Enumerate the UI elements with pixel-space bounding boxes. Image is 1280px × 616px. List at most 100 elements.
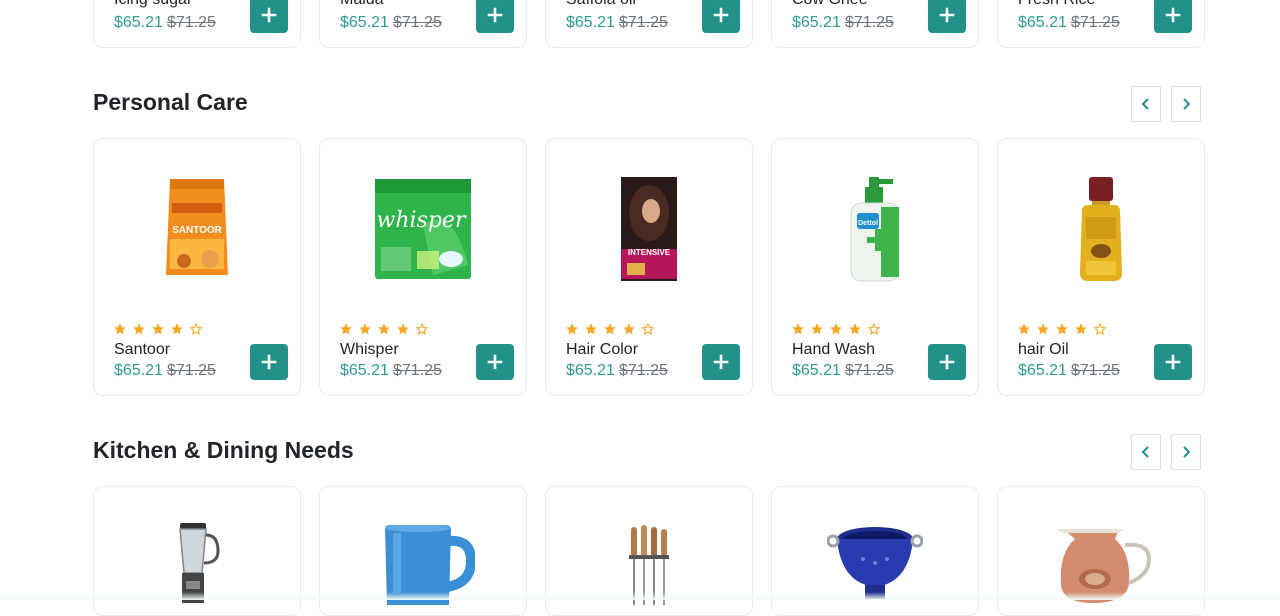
plus-icon [487,7,503,23]
current-price: $65.21 [566,14,615,31]
star-outline-icon [415,322,429,336]
plus-icon [939,354,955,370]
add-to-cart-button[interactable] [702,0,740,33]
bottom-shadow [0,592,1280,600]
star-filled-icon [830,323,842,335]
product-name: Icing sugar [114,0,192,9]
star-filled-icon [1056,323,1068,335]
next-button[interactable] [1171,434,1201,470]
prev-button[interactable] [1131,434,1161,470]
old-price: $71.25 [618,14,668,31]
product-price: $65.21 $71.25 [1018,14,1120,32]
product-card[interactable]: SANTOOR Santoor $65.21 $71.25 [93,138,301,396]
product-price: $65.21 $71.25 [792,14,894,32]
current-price: $65.21 [340,14,389,31]
plus-icon [713,7,729,23]
product-card[interactable]: INTENSIVE Hair Color $65.21 $71.25 [545,138,753,396]
product-price: $65.21 $71.25 [792,362,894,380]
product-price: $65.21 $71.25 [566,362,668,380]
current-price: $65.21 [1018,362,1067,379]
add-to-cart-button[interactable] [476,344,514,380]
product-name: Hand Wash [792,341,875,358]
plus-icon [487,354,503,370]
product-card[interactable]: Saffola oil $65.21$71.25 [545,0,753,48]
current-price: $65.21 [114,362,163,379]
star-filled-icon [849,323,861,335]
star-filled-icon [114,323,126,335]
product-card[interactable]: hair Oil $65.21 $71.25 [997,138,1205,396]
product-name: Whisper [340,341,399,358]
add-to-cart-button[interactable] [476,0,514,33]
star-outline-icon [1093,322,1107,336]
old-price: $71.25 [618,362,668,379]
plus-icon [1165,7,1181,23]
product-name: Saffola oil [566,0,636,9]
rating-stars [565,322,655,336]
brand-text: whisper [377,208,467,233]
product-name: hair Oil [1018,341,1069,358]
brand-text: INTENSIVE [628,248,671,257]
soap-pack-icon: SANTOOR [166,179,228,275]
chevron-right-icon [1183,446,1191,458]
current-price: $65.21 [792,362,841,379]
add-to-cart-button[interactable] [250,344,288,380]
product-name: Santoor [114,341,171,358]
chevron-left-icon [1141,446,1149,458]
star-filled-icon [604,323,616,335]
current-price: $65.21 [114,14,163,31]
prev-button[interactable] [1131,86,1161,122]
product-card[interactable]: whisper Whisper $65.21 $71.25 [319,138,527,396]
old-price: $71.25 [844,14,894,31]
copper-jug-icon [1057,529,1152,603]
star-filled-icon [171,323,183,335]
star-filled-icon [133,323,145,335]
current-price: $65.21 [340,362,389,379]
star-filled-icon [1075,323,1087,335]
plus-icon [939,7,955,23]
add-to-cart-button[interactable] [928,344,966,380]
product-name: Cow Ghee [792,0,868,9]
star-filled-icon [585,323,597,335]
add-to-cart-button[interactable] [1154,344,1192,380]
plus-icon [261,7,277,23]
hair-color-box-icon: INTENSIVE [621,177,677,281]
star-filled-icon [152,323,164,335]
star-outline-icon [867,322,881,336]
add-to-cart-button[interactable] [250,0,288,33]
rating-stars [1017,322,1107,336]
star-filled-icon [811,323,823,335]
star-filled-icon [792,323,804,335]
product-price: $65.21 $71.25 [114,362,216,380]
old-price: $71.25 [844,362,894,379]
star-filled-icon [359,323,371,335]
product-price: $65.21 $71.25 [566,14,668,32]
colander-icon [827,527,923,599]
oil-bottle-icon [1080,177,1122,281]
pad-box-icon: whisper [375,179,471,279]
product-name: Hair Color [566,341,639,358]
star-filled-icon [340,323,352,335]
current-price: $65.21 [792,14,841,31]
product-card[interactable]: Maida $65.21$71.25 [319,0,527,48]
product-card[interactable]: Dettol Hand Wash $65.21 $71.25 [771,138,979,396]
star-filled-icon [1037,323,1049,335]
add-to-cart-button[interactable] [1154,0,1192,33]
old-price: $71.25 [1070,362,1120,379]
product-price: $65.21 $71.25 [340,362,442,380]
plus-icon [713,354,729,370]
rating-stars [113,322,203,336]
old-price: $71.25 [166,362,216,379]
next-button[interactable] [1171,86,1201,122]
product-card[interactable]: Fresh Rice $65.21$71.25 [997,0,1205,48]
add-to-cart-button[interactable] [702,344,740,380]
rating-stars [791,322,881,336]
add-to-cart-button[interactable] [928,0,966,33]
chevron-right-icon [1183,98,1191,110]
star-filled-icon [397,323,409,335]
star-filled-icon [566,323,578,335]
product-name: Fresh Rice [1018,0,1095,9]
product-card[interactable]: Cow Ghee $65.21$71.25 [771,0,979,48]
star-outline-icon [189,322,203,336]
product-card[interactable]: Icing sugar $65.21$71.25 [93,0,301,48]
blender-icon [179,523,220,603]
